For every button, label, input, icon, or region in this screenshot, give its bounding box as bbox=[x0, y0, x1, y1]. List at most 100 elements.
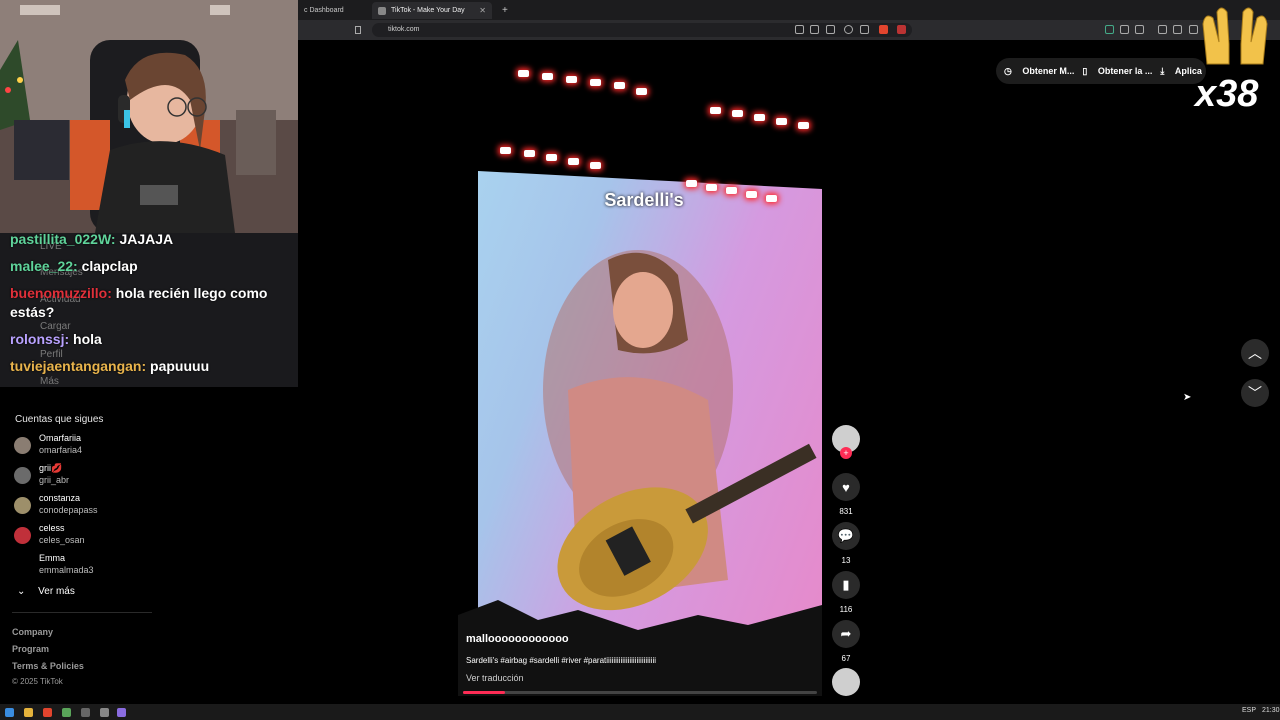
sidebar-icon[interactable] bbox=[1135, 25, 1144, 34]
clap-emote-overlay: x38 bbox=[1195, 4, 1275, 114]
avatar bbox=[14, 467, 31, 484]
reader-icon[interactable] bbox=[795, 25, 804, 34]
following-handle: emmalmada3 bbox=[39, 565, 94, 575]
obs-icon[interactable] bbox=[100, 708, 109, 717]
footer-company[interactable]: Company bbox=[12, 627, 53, 637]
avatar bbox=[14, 437, 31, 454]
creator-avatar-button[interactable]: + bbox=[831, 425, 861, 459]
app-icon[interactable] bbox=[62, 708, 71, 717]
clock[interactable]: 21:30 bbox=[1262, 707, 1280, 714]
video-progress-fill bbox=[463, 691, 506, 694]
chat-message: buenomuzzillo: hola recién llego como es… bbox=[10, 284, 270, 322]
tiktok-icon bbox=[378, 6, 386, 15]
share-button[interactable]: ➦ 67 bbox=[831, 620, 861, 663]
chat-message: malee_22: clapclap bbox=[10, 257, 138, 276]
video-player[interactable]: Sardelli's bbox=[458, 60, 822, 696]
following-handle: celes_osan bbox=[39, 535, 85, 545]
zoom-icon[interactable] bbox=[844, 25, 853, 34]
close-icon[interactable]: ✕ bbox=[479, 6, 486, 15]
following-item[interactable]: celess celes_osan bbox=[14, 523, 164, 549]
footer-copyright: © 2025 TikTok bbox=[12, 677, 63, 686]
bookmark-icon[interactable] bbox=[355, 26, 361, 34]
chat-username: buenomuzzillo: bbox=[10, 285, 112, 301]
following-item[interactable]: constanza conodepapass bbox=[14, 493, 164, 519]
divider bbox=[12, 612, 152, 613]
following-name: celess bbox=[39, 523, 65, 533]
comment-icon: 💬 bbox=[832, 522, 860, 550]
new-tab-button[interactable]: + bbox=[496, 2, 510, 19]
app-icon[interactable] bbox=[81, 708, 90, 717]
video-frame-image bbox=[458, 250, 822, 696]
screen-icon[interactable] bbox=[810, 25, 819, 34]
start-icon[interactable] bbox=[5, 708, 14, 717]
following-handle: conodepapass bbox=[39, 505, 98, 515]
puzzle-icon[interactable] bbox=[1120, 25, 1129, 34]
previous-video-button[interactable]: ︿ bbox=[1241, 339, 1269, 367]
file-explorer-icon[interactable] bbox=[24, 708, 33, 717]
video-username[interactable]: malloooooooooooo bbox=[466, 633, 569, 645]
get-app-button[interactable]: ▯ Obtener la ... bbox=[1082, 66, 1152, 77]
music-icon[interactable] bbox=[1158, 25, 1167, 34]
video-progress-bar[interactable] bbox=[463, 691, 817, 694]
nav-more[interactable]: Más bbox=[40, 376, 59, 387]
bookmark-icon: ▮ bbox=[832, 571, 860, 599]
brave-icon[interactable] bbox=[43, 708, 52, 717]
save-button[interactable]: ▮ 116 bbox=[831, 571, 861, 614]
get-coins-button[interactable]: ◷ Obtener M... bbox=[1004, 66, 1074, 77]
chat-message: tuviejaentangangan: papuuuu bbox=[10, 357, 209, 376]
share-arrow-icon: ➦ bbox=[832, 620, 860, 648]
chevron-down-icon: ﹀ bbox=[1248, 385, 1262, 401]
chat-username: malee_22: bbox=[10, 258, 78, 274]
chat-text: hola bbox=[69, 331, 102, 347]
like-button[interactable]: ♥ 831 bbox=[831, 473, 861, 516]
following-name: grii💋 bbox=[39, 463, 63, 473]
chevron-down-icon: ⌄ bbox=[17, 586, 26, 597]
following-handle: grii_abr bbox=[39, 475, 70, 485]
rewards-icon[interactable] bbox=[897, 25, 906, 34]
chat-text: JAJAJA bbox=[115, 231, 174, 247]
music-disc-button[interactable] bbox=[831, 668, 861, 696]
avatar bbox=[14, 527, 31, 544]
layout-icon[interactable] bbox=[1173, 25, 1182, 34]
browser-tab-bar: c Dashboard TikTok - Make Your Day ✕ + bbox=[298, 0, 1280, 20]
chat-username: pastillita_022W: bbox=[10, 231, 116, 247]
extension-icon[interactable] bbox=[1105, 25, 1114, 34]
footer-program[interactable]: Program bbox=[12, 644, 49, 654]
next-video-button[interactable]: ﹀ bbox=[1241, 379, 1269, 407]
translate-icon[interactable] bbox=[826, 25, 835, 34]
top-action-bar: ◷ Obtener M... ▯ Obtener la ... ⤓ Aplica bbox=[996, 58, 1206, 84]
share-count: 67 bbox=[841, 654, 851, 663]
following-item[interactable]: Emma emmalmada3 bbox=[14, 553, 164, 579]
see-translation-link[interactable]: Ver traducción bbox=[466, 673, 524, 683]
chat-message: rolonssj: hola bbox=[10, 330, 102, 349]
comment-button[interactable]: 💬 13 bbox=[831, 522, 861, 565]
following-item[interactable]: Omarfariia omarfaria4 bbox=[14, 433, 164, 459]
get-app-label: Obtener la ... bbox=[1097, 65, 1153, 76]
following-name: constanza bbox=[39, 493, 81, 503]
taskbar: ESP 21:30 bbox=[0, 704, 1280, 720]
tab-dashboard[interactable]: c Dashboard bbox=[298, 2, 372, 19]
following-name: Emma bbox=[39, 553, 66, 563]
heart-icon: ♥ bbox=[832, 473, 860, 501]
tab-label: c Dashboard bbox=[304, 7, 344, 14]
save-count: 116 bbox=[839, 605, 853, 614]
chat-username: tuviejaentangangan: bbox=[10, 358, 147, 374]
share-icon[interactable] bbox=[860, 25, 869, 34]
tab-tiktok[interactable]: TikTok - Make Your Day ✕ bbox=[372, 2, 492, 19]
cursor-icon: ➤ bbox=[1183, 392, 1192, 403]
see-more-button[interactable]: ⌄ Ver más bbox=[17, 586, 75, 597]
video-description: Sardelli's #airbag #sardelli #river #par… bbox=[466, 656, 657, 665]
brave-shield-icon[interactable] bbox=[879, 25, 888, 34]
like-count: 831 bbox=[839, 507, 853, 516]
language-indicator[interactable]: ESP bbox=[1242, 707, 1256, 714]
twitch-icon[interactable] bbox=[117, 708, 126, 717]
emote-counter: x38 bbox=[1195, 73, 1259, 115]
webcam-feed bbox=[0, 0, 298, 233]
following-handle: omarfaria4 bbox=[39, 445, 83, 455]
chat-text: papuuuu bbox=[146, 358, 210, 374]
chat-username: rolonssj: bbox=[10, 331, 70, 347]
footer-terms[interactable]: Terms & Policies bbox=[12, 661, 84, 671]
follow-plus-icon[interactable]: + bbox=[840, 447, 852, 459]
following-item[interactable]: grii💋 grii_abr bbox=[14, 463, 164, 489]
chevron-up-icon: ︿ bbox=[1248, 345, 1262, 361]
